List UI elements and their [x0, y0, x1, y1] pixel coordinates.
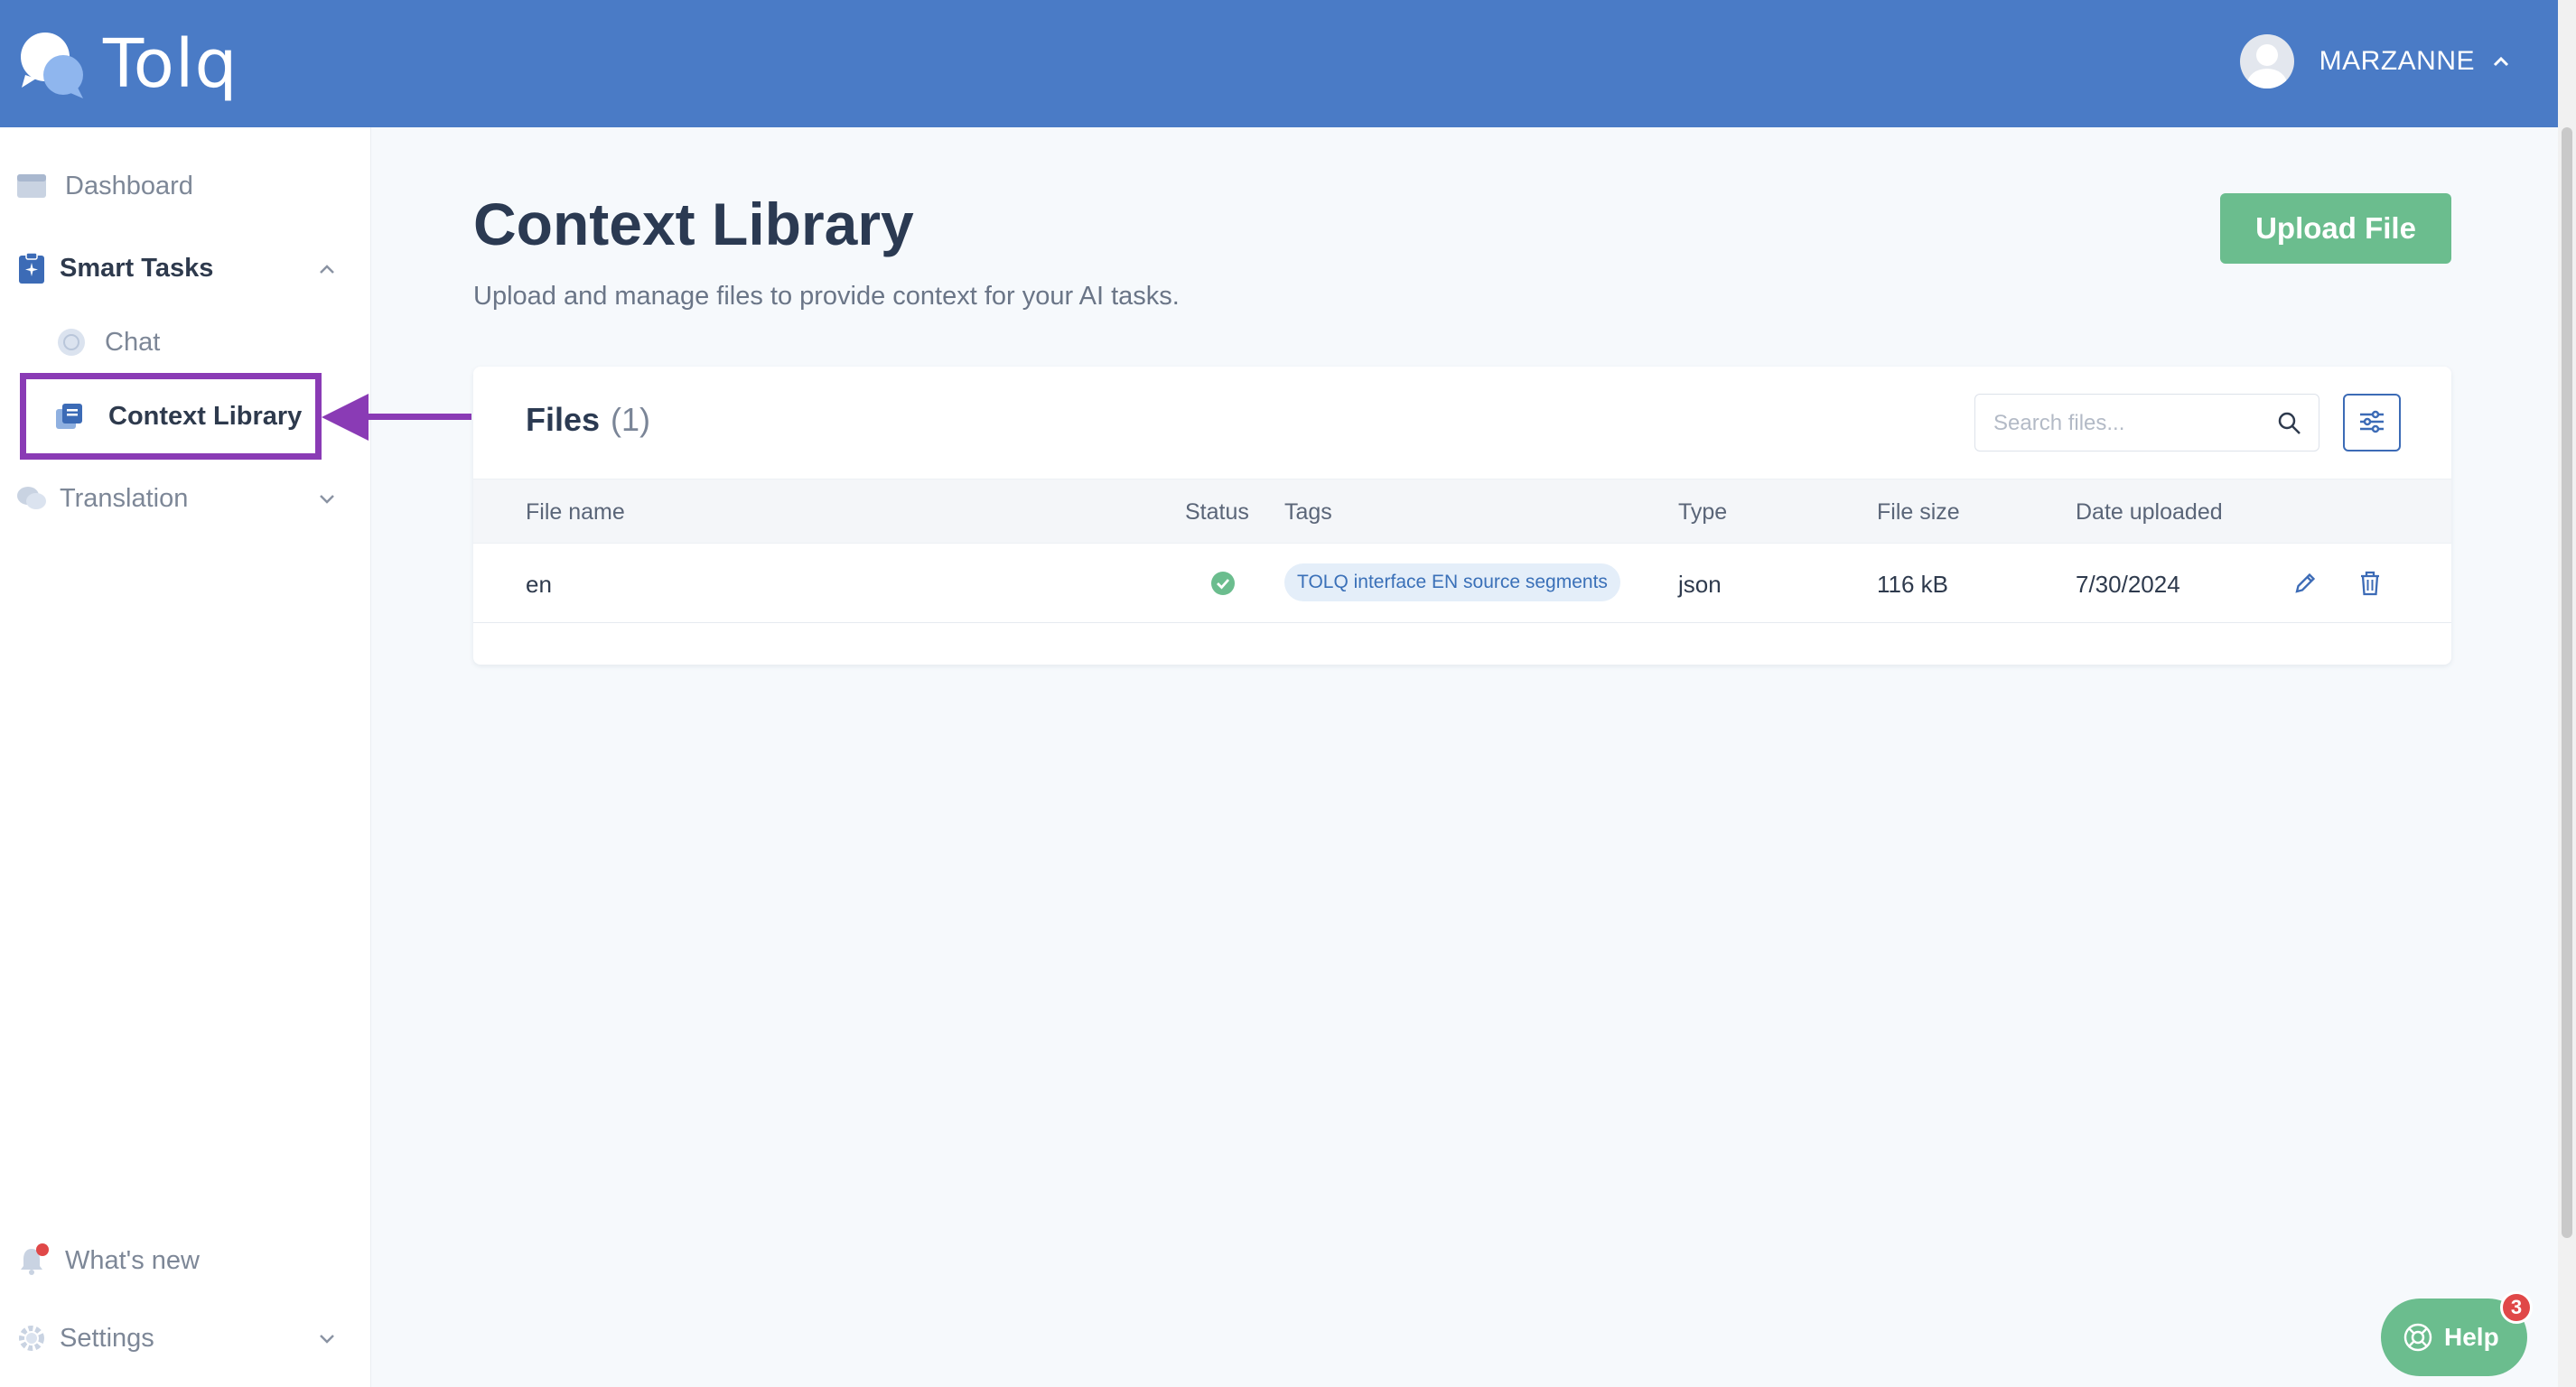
table-row[interactable]: en TOLQ interface EN source segments jso… — [473, 544, 2451, 623]
sidebar-item-settings[interactable]: Settings — [0, 1311, 371, 1365]
sidebar-item-translation[interactable]: Translation — [0, 471, 371, 526]
column-header-file-size[interactable]: File size — [1877, 499, 1960, 526]
edit-icon[interactable] — [2289, 567, 2321, 600]
bell-icon — [16, 1243, 49, 1276]
chat-icon — [56, 327, 87, 358]
filter-button[interactable] — [2343, 394, 2401, 451]
file-tag[interactable]: TOLQ interface EN source segments — [1284, 563, 1620, 601]
chevron-down-icon[interactable] — [319, 1326, 335, 1350]
dashboard-icon — [16, 171, 47, 201]
table-header: File name Status Tags Type File size Dat… — [473, 479, 2451, 544]
sidebar-item-label: Context Library — [108, 401, 303, 431]
logo-text: Tolq — [103, 25, 238, 103]
sidebar-item-label: Translation — [60, 483, 189, 513]
search-box — [1974, 394, 2319, 451]
sidebar-item-label: Dashboard — [65, 171, 193, 200]
file-size: 116 kB — [1877, 571, 1949, 598]
sliders-icon — [2358, 410, 2385, 436]
page-title: Context Library — [473, 191, 914, 257]
search-input[interactable] — [1993, 407, 2264, 440]
sidebar-item-chat[interactable]: Chat — [0, 315, 371, 369]
logo[interactable]: Tolq — [18, 25, 238, 103]
file-name[interactable]: en — [526, 571, 552, 599]
sidebar-item-smart-tasks[interactable]: Smart Tasks — [0, 241, 371, 295]
top-bar: Tolq MARZANNE — [0, 0, 2576, 127]
sidebar-item-label: Chat — [105, 327, 161, 357]
help-label: Help — [2444, 1323, 2499, 1351]
sidebar-item-whats-new[interactable]: What's new — [0, 1233, 371, 1288]
sidebar-item-label: What's new — [65, 1245, 200, 1275]
sidebar-item-dashboard[interactable]: Dashboard — [0, 159, 371, 213]
chevron-down-icon[interactable] — [319, 487, 335, 510]
files-title: Files — [526, 401, 601, 438]
sidebar: Dashboard Smart Tasks Chat Context Libra… — [0, 127, 471, 1387]
file-date: 7/30/2024 — [2076, 571, 2180, 598]
scrollbar-thumb[interactable] — [2562, 127, 2572, 1238]
column-header-type[interactable]: Type — [1678, 499, 1727, 526]
file-type: json — [1678, 571, 1722, 598]
scrollbar[interactable] — [2558, 0, 2576, 1387]
user-name: MARZANNE — [2319, 46, 2475, 76]
chevron-up-icon[interactable] — [319, 256, 335, 280]
avatar — [2239, 34, 2294, 88]
translation-icon — [16, 483, 47, 514]
notification-dot — [36, 1243, 49, 1256]
sidebar-item-label: Smart Tasks — [60, 253, 214, 283]
check-circle-icon — [1210, 571, 1236, 596]
pointer-arrow — [322, 394, 471, 441]
lifebuoy-icon — [2403, 1322, 2433, 1353]
library-icon — [54, 401, 85, 432]
gear-icon — [16, 1323, 47, 1354]
trash-icon[interactable] — [2354, 567, 2386, 600]
files-card: Files (1) File name Status Tags Type Fil… — [473, 367, 2451, 665]
clipboard-icon — [16, 252, 47, 284]
column-header-status[interactable]: Status — [1185, 499, 1249, 526]
sidebar-item-context-library[interactable]: Context Library — [20, 389, 318, 443]
help-badge: 3 — [2500, 1291, 2533, 1324]
sidebar-item-label: Settings — [60, 1323, 154, 1353]
column-header-date-uploaded[interactable]: Date uploaded — [2076, 499, 2223, 526]
column-header-tags[interactable]: Tags — [1284, 499, 1332, 526]
chevron-up-icon — [2493, 51, 2509, 72]
user-menu[interactable]: MARZANNE — [2239, 34, 2509, 88]
files-count: (1) — [611, 401, 650, 438]
tolq-logo-icon — [18, 28, 87, 100]
upload-file-button[interactable]: Upload File — [2220, 193, 2451, 264]
page-subtitle: Upload and manage files to provide conte… — [473, 282, 1180, 311]
search-icon[interactable] — [2277, 411, 2302, 436]
column-header-file-name[interactable]: File name — [526, 499, 625, 526]
